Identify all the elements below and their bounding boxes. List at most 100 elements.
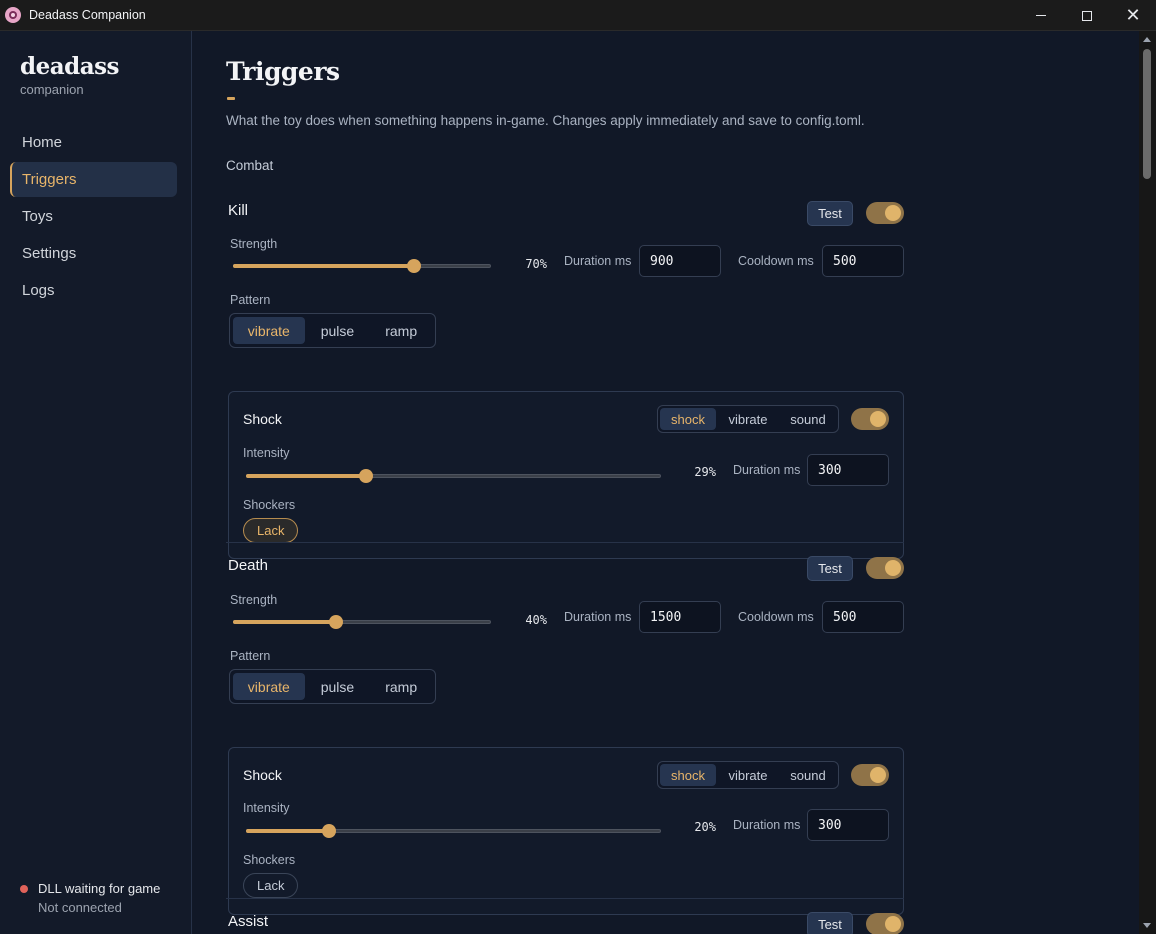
strength-label: Strength bbox=[230, 593, 278, 607]
shock-mode-sound[interactable]: sound bbox=[780, 764, 836, 786]
pattern-option-pulse[interactable]: pulse bbox=[305, 317, 371, 344]
pattern-option-ramp[interactable]: ramp bbox=[370, 673, 432, 700]
intensity-label: Intensity bbox=[243, 801, 290, 815]
strength-label: Strength bbox=[230, 237, 278, 251]
maximize-button[interactable] bbox=[1064, 0, 1110, 31]
page-title: Triggers bbox=[226, 57, 340, 86]
sidebar-item-logs[interactable]: Logs bbox=[10, 273, 177, 308]
toggle-knob bbox=[885, 916, 901, 932]
strength-value: 70% bbox=[525, 257, 547, 271]
toggle-knob bbox=[870, 411, 886, 427]
shock-duration-input[interactable]: 300 bbox=[807, 809, 889, 841]
shock-duration-input[interactable]: 300 bbox=[807, 454, 889, 486]
slider-thumb[interactable] bbox=[322, 824, 336, 838]
pattern-label: Pattern bbox=[230, 293, 271, 307]
sidebar-item-settings[interactable]: Settings bbox=[10, 236, 177, 271]
intensity-value: 29% bbox=[694, 465, 716, 479]
status-dot-icon bbox=[20, 884, 28, 893]
sidebar-item-triggers[interactable]: Triggers bbox=[10, 162, 177, 197]
status-subtext: Not connected bbox=[38, 900, 122, 915]
brand-name: deadass bbox=[20, 53, 120, 80]
pattern-selector: vibrate pulse ramp bbox=[229, 313, 436, 348]
strength-slider[interactable] bbox=[233, 258, 491, 274]
shock-duration-label: Duration ms bbox=[733, 463, 801, 477]
duration-label: Duration ms bbox=[564, 610, 632, 624]
shock-mode-shock[interactable]: shock bbox=[660, 408, 716, 430]
shock-enable-toggle[interactable] bbox=[851, 764, 889, 786]
strength-value: 40% bbox=[525, 613, 547, 627]
duration-label: Duration ms bbox=[564, 254, 632, 268]
cooldown-input[interactable]: 500 bbox=[822, 245, 904, 277]
duration-input[interactable]: 900 bbox=[639, 245, 721, 277]
trigger-enable-toggle[interactable] bbox=[866, 913, 904, 934]
cooldown-label: Cooldown ms bbox=[738, 610, 814, 624]
pattern-option-vibrate[interactable]: vibrate bbox=[233, 317, 305, 344]
slider-thumb[interactable] bbox=[406, 259, 421, 273]
sidebar-item-toys[interactable]: Toys bbox=[10, 199, 177, 234]
cooldown-label: Cooldown ms bbox=[738, 254, 814, 268]
slider-fill bbox=[233, 620, 337, 624]
close-button[interactable]: ✕ bbox=[1110, 0, 1156, 31]
shock-enable-toggle[interactable] bbox=[851, 408, 889, 430]
slider-fill bbox=[233, 264, 414, 268]
trigger-enable-toggle[interactable] bbox=[866, 202, 904, 224]
test-button[interactable]: Test bbox=[807, 556, 853, 581]
brand-subtitle: companion bbox=[20, 82, 84, 97]
scrollbar-thumb[interactable] bbox=[1143, 49, 1151, 179]
test-button[interactable]: Test bbox=[807, 912, 853, 934]
pattern-selector: vibrate pulse ramp bbox=[229, 669, 436, 704]
slider-thumb[interactable] bbox=[329, 615, 344, 629]
shock-mode-selector: shock vibrate sound bbox=[657, 761, 839, 789]
shock-mode-vibrate[interactable]: vibrate bbox=[716, 408, 780, 430]
intensity-label: Intensity bbox=[243, 446, 290, 460]
pattern-label: Pattern bbox=[230, 649, 271, 663]
shockers-label: Shockers bbox=[243, 498, 296, 512]
pattern-option-pulse[interactable]: pulse bbox=[305, 673, 371, 700]
shock-card: Shock shock vibrate sound Intensity 29% … bbox=[228, 391, 904, 559]
window-controls: ✕ bbox=[1018, 0, 1156, 31]
trigger-enable-toggle[interactable] bbox=[866, 557, 904, 579]
cooldown-input[interactable]: 500 bbox=[822, 601, 904, 633]
main-content: Triggers What the toy does when somethin… bbox=[193, 31, 1139, 934]
toggle-knob bbox=[885, 560, 901, 576]
window-title: Deadass Companion bbox=[29, 8, 146, 22]
minimize-icon bbox=[1036, 15, 1046, 16]
scroll-up-icon[interactable] bbox=[1143, 37, 1151, 42]
shock-mode-selector: shock vibrate sound bbox=[657, 405, 839, 433]
pattern-option-vibrate[interactable]: vibrate bbox=[233, 673, 305, 700]
sidebar-item-home[interactable]: Home bbox=[10, 125, 177, 160]
shock-mode-shock[interactable]: shock bbox=[660, 764, 716, 786]
shocker-chip[interactable]: Lack bbox=[243, 518, 299, 543]
shock-title: Shock bbox=[243, 411, 282, 427]
slider-thumb[interactable] bbox=[359, 469, 374, 483]
intensity-slider[interactable] bbox=[246, 468, 661, 484]
shocker-chip[interactable]: Lack bbox=[243, 873, 299, 898]
shock-mode-vibrate[interactable]: vibrate bbox=[716, 764, 780, 786]
brand: deadass companion bbox=[20, 53, 120, 97]
shock-card: Shock shock vibrate sound Intensity 20% … bbox=[228, 747, 904, 915]
slider-fill bbox=[246, 474, 367, 478]
title-accent bbox=[227, 97, 235, 100]
page-description: What the toy does when something happens… bbox=[226, 113, 865, 128]
trigger-name: Kill bbox=[228, 202, 249, 219]
scrollbar[interactable] bbox=[1139, 31, 1156, 934]
toggle-knob bbox=[870, 767, 886, 783]
intensity-value: 20% bbox=[694, 820, 716, 834]
trigger-divider bbox=[226, 898, 904, 899]
connection-status: DLL waiting for game Not connected bbox=[20, 881, 160, 915]
intensity-slider[interactable] bbox=[246, 823, 661, 839]
strength-slider[interactable] bbox=[233, 614, 491, 630]
minimize-button[interactable] bbox=[1018, 0, 1064, 31]
maximize-icon bbox=[1082, 10, 1092, 21]
trigger-name: Death bbox=[228, 557, 269, 574]
slider-fill bbox=[246, 829, 329, 833]
scroll-down-icon[interactable] bbox=[1143, 923, 1151, 928]
test-button[interactable]: Test bbox=[807, 201, 853, 226]
shock-duration-label: Duration ms bbox=[733, 818, 801, 832]
app-icon bbox=[5, 7, 21, 23]
title-bar: Deadass Companion ✕ bbox=[0, 0, 1156, 31]
duration-input[interactable]: 1500 bbox=[639, 601, 721, 633]
status-text: DLL waiting for game bbox=[38, 881, 161, 896]
shock-mode-sound[interactable]: sound bbox=[780, 408, 836, 430]
pattern-option-ramp[interactable]: ramp bbox=[370, 317, 432, 344]
